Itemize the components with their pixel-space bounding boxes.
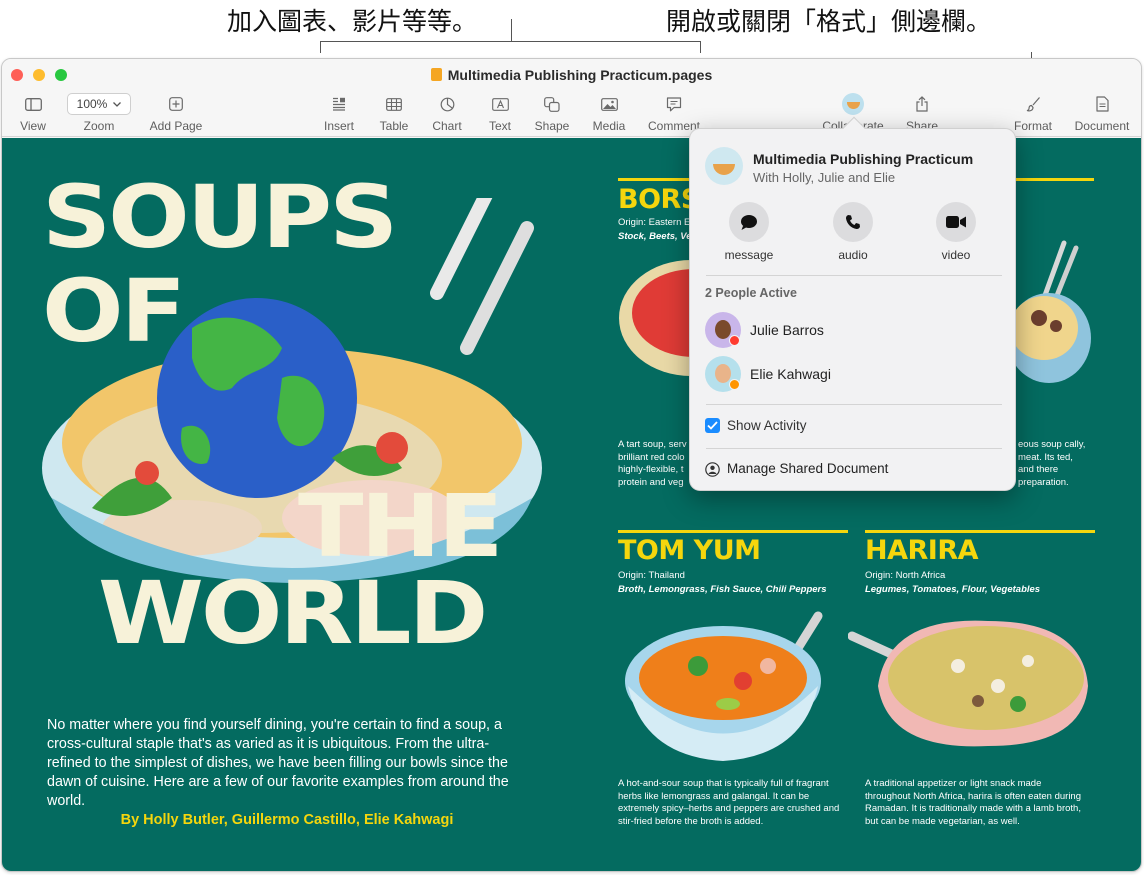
tom-yum-origin: Origin: Thailand (618, 570, 685, 581)
table-button[interactable]: Table (376, 93, 412, 133)
pages-file-icon (430, 68, 442, 81)
borscht-title: BORS (618, 184, 700, 215)
headline-world: WORLD (98, 562, 488, 664)
people-active-heading: 2 People Active (705, 286, 797, 300)
shared-with-text: With Holly, Julie and Elie (753, 170, 896, 185)
zoom-control[interactable]: 100% Zoom (66, 93, 132, 133)
tom-yum-ingredients: Broth, Lemongrass, Fish Sauce, Chili Pep… (618, 584, 827, 595)
headline-the: THE (298, 475, 503, 577)
tom-yum-bowl-illustration (625, 611, 823, 761)
shared-doc-avatar (705, 147, 743, 185)
share-button[interactable]: Share (902, 93, 942, 133)
document-title: Multimedia Publishing Practicum.pages (2, 67, 1141, 83)
view-button[interactable]: View (16, 93, 50, 133)
format-button[interactable]: Format (1010, 93, 1056, 133)
photo-icon (600, 97, 618, 111)
byline: By Holly Butler, Guillermo Castillo, Eli… (120, 812, 454, 828)
checkmark-icon (707, 421, 718, 430)
participant-name: Julie Barros (750, 322, 824, 338)
tom-yum-rule (618, 530, 848, 533)
message-icon (741, 214, 757, 230)
text-box-icon (491, 97, 509, 111)
document-icon (1095, 96, 1109, 112)
status-badge (729, 335, 740, 346)
tom-yum-description: A hot-and-sour soup that is typically fu… (618, 778, 840, 827)
status-badge (729, 379, 740, 390)
participant-row[interactable]: Julie Barros (690, 310, 1015, 350)
audio-button[interactable] (833, 202, 873, 242)
harira-bowl-illustration (848, 620, 1088, 747)
collaborate-soup-icon (842, 93, 864, 115)
harira-origin: Origin: North Africa (865, 570, 946, 581)
borscht-bowl-illustration (619, 260, 696, 376)
share-icon (916, 96, 928, 112)
comment-icon (666, 96, 682, 111)
video-button[interactable] (936, 202, 976, 242)
document-button[interactable]: Document (1070, 93, 1134, 133)
zoom-select[interactable]: 100% (67, 93, 131, 115)
intro-paragraph: No matter where you find yourself dining… (47, 717, 509, 809)
shape-icon (544, 96, 560, 112)
chevron-down-icon (113, 101, 122, 107)
message-label: message (724, 248, 774, 262)
divider (706, 404, 1002, 405)
right-top-description: eous soup cally, meat. Its ted, and ther… (1018, 439, 1086, 488)
annotation-right: 開啟或關閉「格式」側邊欄。 (666, 7, 992, 36)
participant-row[interactable]: Elie Kahwagi (690, 354, 1015, 394)
text-button[interactable]: Text (483, 93, 517, 133)
add-page-button[interactable]: Add Page (146, 93, 206, 133)
show-activity-checkbox[interactable] (705, 418, 720, 433)
borscht-description: A tart soup, serv brilliant red colo hig… (618, 439, 687, 488)
collaboration-popover: Multimedia Publishing Practicum With Hol… (689, 116, 1016, 491)
right-top-rule (1016, 178, 1094, 181)
video-icon (946, 216, 966, 228)
table-icon (386, 97, 402, 111)
borscht-origin: Origin: Eastern E (618, 217, 691, 228)
chart-button[interactable]: Chart (428, 93, 466, 133)
audio-label: audio (838, 248, 868, 262)
message-button[interactable] (729, 202, 769, 242)
manage-shared-document-button[interactable]: Manage Shared Document (705, 460, 1005, 480)
right-top-bowl-illustration (1014, 240, 1091, 383)
comment-button[interactable]: Comment (644, 93, 704, 133)
titlebar: Multimedia Publishing Practicum.pages Vi… (2, 59, 1141, 137)
insert-button[interactable]: Insert (319, 93, 359, 133)
chart-icon (440, 97, 454, 111)
people-circle-icon (705, 462, 720, 477)
divider (706, 275, 1002, 276)
harira-description: A traditional appetizer or light snack m… (865, 778, 1081, 827)
shared-doc-name: Multimedia Publishing Practicum (753, 151, 974, 167)
paintbrush-icon (1026, 97, 1040, 112)
video-label: video (941, 248, 971, 262)
show-activity-label[interactable]: Show Activity (727, 418, 807, 433)
add-page-icon (169, 97, 183, 111)
phone-icon (846, 215, 860, 229)
divider (706, 448, 1002, 449)
shape-button[interactable]: Shape (532, 93, 572, 133)
manage-shared-document-label: Manage Shared Document (727, 461, 889, 476)
harira-rule (865, 530, 1095, 533)
harira-ingredients: Legumes, Tomatoes, Flour, Vegetables (865, 584, 1041, 595)
insert-icon (333, 97, 345, 111)
participant-name: Elie Kahwagi (750, 366, 831, 382)
media-button[interactable]: Media (589, 93, 629, 133)
annotation-left: 加入圖表、影片等等。 (227, 7, 478, 36)
tom-yum-title: TOM YUM (618, 535, 761, 566)
sidebar-icon (24, 97, 42, 111)
harira-title: HARIRA (865, 535, 979, 566)
borscht-ingredients: Stock, Beets, Ve (618, 231, 692, 242)
